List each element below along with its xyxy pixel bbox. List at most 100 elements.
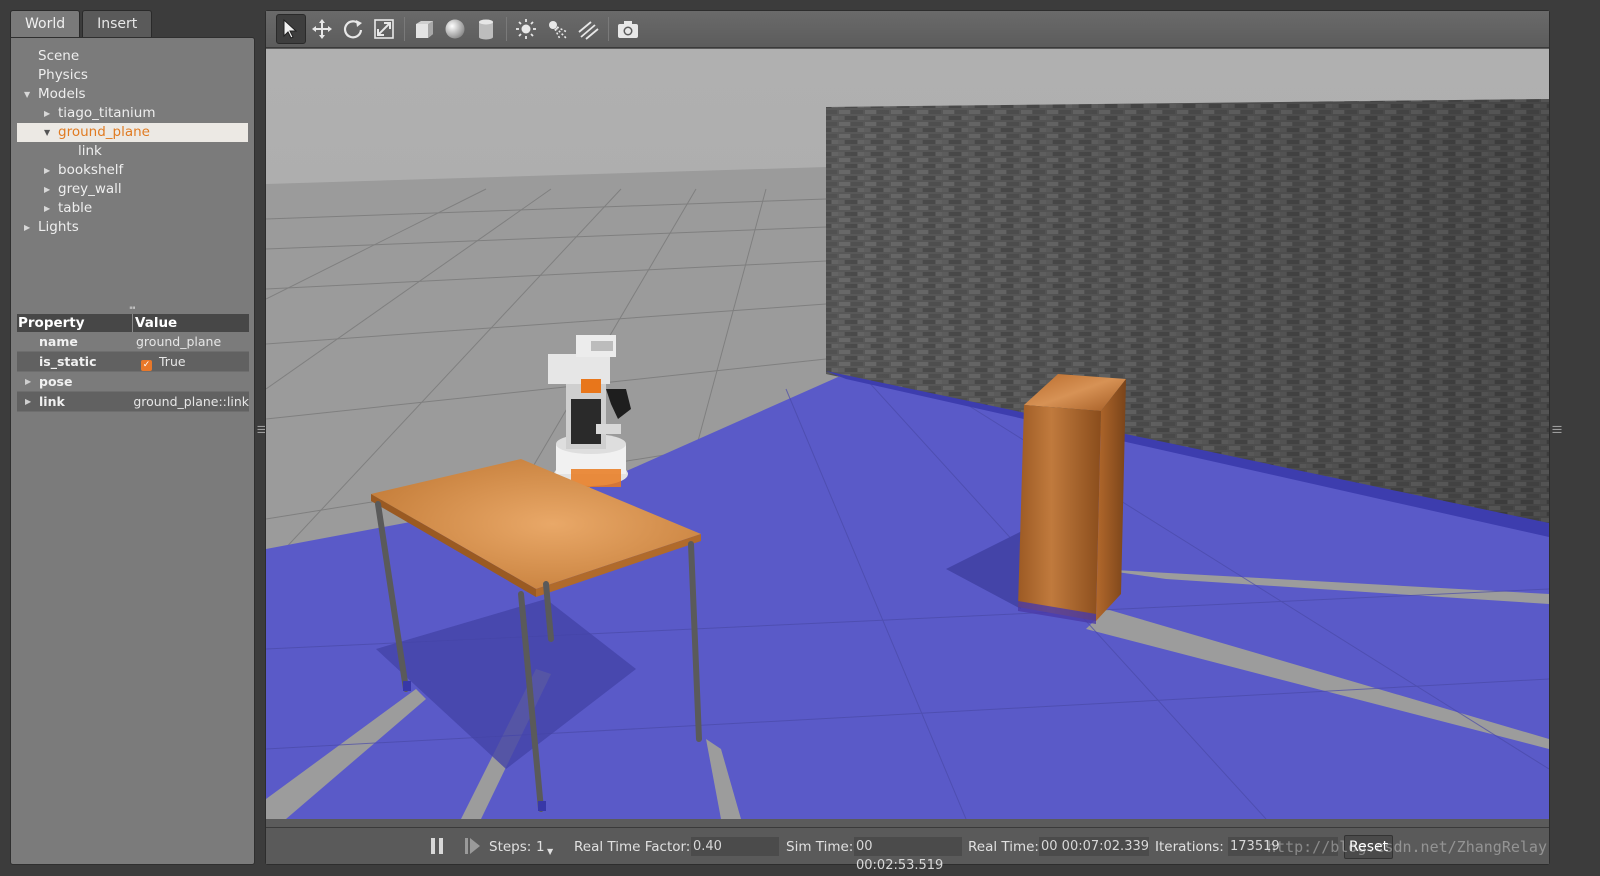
property-name: link (39, 394, 65, 409)
step-icon[interactable] (464, 837, 482, 855)
rotate-icon (343, 20, 363, 39)
spot-light-icon (549, 21, 568, 40)
property-table: Property Value name ground_plane is_stat… (17, 314, 249, 412)
tree-item-grey-wall[interactable]: ▶ grey_wall (11, 180, 254, 199)
tree-item-label: ground_plane (58, 124, 150, 140)
toolbar-separator (608, 17, 609, 41)
watermark-text: http://blog.csdn.net/ZhangRelay (1267, 838, 1547, 856)
tree-item-label: grey_wall (58, 181, 122, 197)
tree-item-label: Models (38, 86, 86, 102)
collapsed-arrow-icon[interactable]: ▶ (24, 218, 34, 237)
panel-tabs: World Insert (10, 10, 154, 38)
steps-value[interactable]: 1 (536, 838, 545, 856)
right-splitter-handle-icon[interactable]: — — — (1552, 422, 1562, 438)
screenshot-button[interactable] (613, 14, 643, 44)
scale-icon (374, 19, 394, 39)
collapsed-arrow-icon[interactable]: ▶ (44, 199, 54, 218)
tree-item-label: Scene (38, 48, 80, 64)
tree-item-label: bookshelf (58, 162, 124, 178)
expanded-arrow-icon[interactable]: ▼ (44, 123, 54, 142)
insert-directional-light-button[interactable] (573, 14, 603, 44)
property-table-header: Property Value (17, 314, 249, 332)
collapsed-arrow-icon[interactable]: ▶ (25, 392, 31, 412)
screenshot-icon (618, 21, 638, 38)
render-frame: Steps: 1 ▼ Real Time Factor: 0.40 Sim Ti… (265, 10, 1550, 873)
cylinder-icon (479, 19, 493, 40)
property-value: True (159, 354, 186, 369)
expanded-arrow-icon[interactable]: ▼ (24, 85, 34, 104)
tab-world[interactable]: World (10, 10, 81, 37)
steps-label: Steps: (489, 839, 532, 855)
iterations-label: Iterations: (1155, 839, 1224, 855)
bookshelf-model[interactable] (1018, 374, 1126, 624)
tree-item-label: table (58, 200, 93, 216)
real-time-value: 00 00:07:02.339 (1039, 837, 1150, 856)
property-value-cell: ✓ True (133, 352, 186, 371)
box-icon (416, 21, 433, 38)
real-time-factor-label: Real Time Factor: (574, 839, 691, 855)
select-icon (283, 18, 298, 39)
insert-cylinder-button[interactable] (471, 14, 501, 44)
tree-item-physics[interactable]: Physics (11, 66, 254, 85)
real-time-label: Real Time: (968, 839, 1039, 855)
toolbar-separator (404, 17, 405, 41)
world-panel: Scene Physics ▼ Models ▶ tiago_titanium … (10, 37, 255, 865)
property-name: name (39, 334, 78, 349)
tree-item-ground-plane[interactable]: ▼ ground_plane (17, 123, 248, 142)
tree-item-tiago-titanium[interactable]: ▶ tiago_titanium (11, 104, 254, 123)
tab-insert[interactable]: Insert (82, 10, 153, 37)
property-name: pose (39, 374, 73, 389)
property-value[interactable]: ground_plane (133, 332, 221, 351)
insert-spot-light-button[interactable] (542, 14, 572, 44)
pause-icon[interactable] (429, 837, 445, 855)
property-column-header[interactable]: Property (17, 314, 133, 332)
property-name-cell: ▶ link (17, 392, 130, 411)
tree-item-scene[interactable]: Scene (11, 47, 254, 66)
collapsed-arrow-icon[interactable]: ▶ (25, 372, 31, 392)
translate-icon (312, 19, 332, 39)
tree-item-label: Lights (38, 219, 79, 235)
left-splitter-handle-icon[interactable]: — — — (257, 422, 267, 438)
3d-viewport[interactable] (266, 49, 1549, 819)
property-row-name[interactable]: name ground_plane (17, 332, 249, 352)
tree-item-models[interactable]: ▼ Models (11, 85, 254, 104)
value-column-header[interactable]: Value (133, 314, 177, 332)
sphere-icon (445, 19, 465, 39)
directional-light-icon (578, 21, 599, 40)
gazebo-window: World Insert Scene Physics ▼ Models ▶ ti… (0, 0, 1600, 876)
world-tree: Scene Physics ▼ Models ▶ tiago_titanium … (11, 44, 254, 237)
tree-item-lights[interactable]: ▶ Lights (11, 218, 254, 237)
translate-mode-button[interactable] (307, 14, 337, 44)
property-row-link[interactable]: ▶ link ground_plane::link (17, 392, 249, 412)
property-value: ground_plane::link (133, 394, 249, 409)
insert-box-button[interactable] (409, 14, 439, 44)
left-panel: World Insert Scene Physics ▼ Models ▶ ti… (10, 10, 255, 865)
toolbar (266, 11, 1549, 48)
tree-item-label: link (78, 143, 102, 159)
collapsed-arrow-icon[interactable]: ▶ (44, 180, 54, 199)
is-static-checkbox[interactable]: ✓ (141, 360, 152, 371)
collapsed-arrow-icon[interactable]: ▶ (44, 104, 54, 123)
real-time-factor-value: 0.40 (691, 837, 779, 856)
collapsed-arrow-icon[interactable]: ▶ (44, 161, 54, 180)
tree-item-label: Physics (38, 67, 88, 83)
property-name-cell: ▶ pose (17, 372, 133, 391)
scene-render (266, 49, 1549, 819)
status-bar: Steps: 1 ▼ Real Time Factor: 0.40 Sim Ti… (266, 827, 1549, 873)
property-name: is_static (39, 354, 97, 369)
insert-sphere-button[interactable] (440, 14, 470, 44)
tree-item-link[interactable]: link (11, 142, 254, 161)
sim-time-value: 00 00:02:53.519 (854, 837, 962, 873)
tree-item-label: tiago_titanium (58, 105, 156, 121)
scale-mode-button[interactable] (369, 14, 399, 44)
steps-dropdown-icon[interactable]: ▼ (547, 843, 553, 861)
select-mode-button[interactable] (276, 14, 306, 44)
rotate-mode-button[interactable] (338, 14, 368, 44)
property-row-pose[interactable]: ▶ pose (17, 372, 249, 392)
sim-time-label: Sim Time: (786, 839, 854, 855)
tree-item-table[interactable]: ▶ table (11, 199, 254, 218)
toolbar-separator (506, 17, 507, 41)
insert-point-light-button[interactable] (511, 14, 541, 44)
property-row-is-static[interactable]: is_static ✓ True (17, 352, 249, 372)
tree-item-bookshelf[interactable]: ▶ bookshelf (11, 161, 254, 180)
